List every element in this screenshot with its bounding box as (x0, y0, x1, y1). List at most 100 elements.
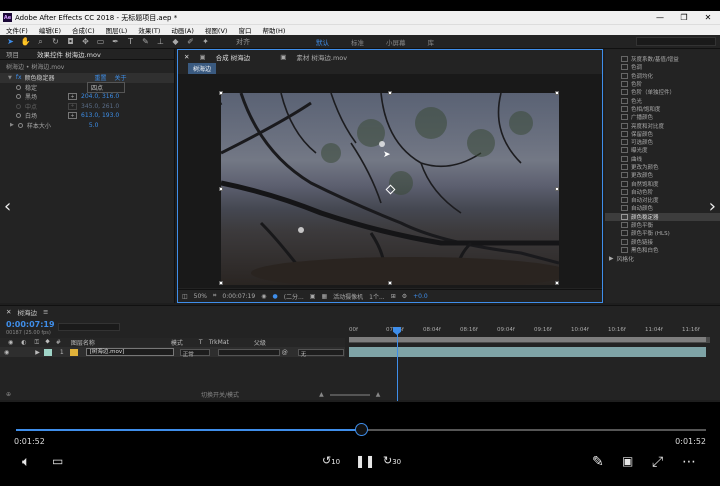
menu-layer[interactable]: 图层(L) (106, 25, 128, 35)
effect-list-item[interactable]: 自动颜色 (605, 204, 720, 212)
effect-list-item[interactable]: 广播颜色 (605, 113, 720, 121)
flowchart-icon[interactable]: ⚙ (402, 293, 407, 300)
pin-tool-icon[interactable]: ✦ (201, 37, 210, 46)
white-point-value[interactable]: 613.0, 193.0 (81, 112, 119, 119)
parent-pickwhip-icon[interactable]: @ (282, 349, 292, 356)
stopwatch-icon[interactable] (16, 94, 21, 100)
views-select[interactable]: 1个... (369, 292, 385, 301)
stopwatch-icon[interactable] (16, 113, 21, 119)
effect-list-item[interactable]: 自动色阶 (605, 188, 720, 196)
lock-icon[interactable]: ▣ (199, 53, 205, 61)
pan-behind-tool-icon[interactable]: ✥ (81, 37, 90, 46)
effect-list-item[interactable]: 色阶 (605, 80, 720, 88)
tab-composition[interactable]: 合成 树海边 (216, 52, 251, 62)
menu-composition[interactable]: 合成(C) (72, 25, 95, 35)
type-tool-icon[interactable]: T (126, 37, 135, 46)
toggle-switches-icon[interactable]: ⊕ (6, 391, 11, 398)
seek-bar[interactable] (16, 423, 706, 436)
camera-tool-icon[interactable]: ◘ (66, 37, 75, 46)
blend-mode-select[interactable]: 正常 (179, 348, 210, 358)
mini-view-icon[interactable]: ▣ (622, 454, 633, 468)
resolution-select[interactable]: (二分... (284, 292, 304, 301)
more-options-icon[interactable]: ⋯ (682, 454, 696, 470)
pause-button[interactable]: ❚❚ (355, 454, 375, 468)
stopwatch-icon[interactable] (16, 84, 21, 90)
workspace-default[interactable]: 默认 (316, 37, 329, 47)
transform-handle[interactable] (388, 91, 392, 95)
roto-tool-icon[interactable]: ✐ (186, 37, 195, 46)
collapse-triangle-icon[interactable]: ▼ (8, 75, 12, 81)
stopwatch-icon[interactable] (17, 122, 23, 128)
transform-handle[interactable] (219, 187, 223, 191)
selection-tool-icon[interactable]: ➤ (6, 37, 15, 46)
menu-effect[interactable]: 效果(T) (138, 25, 160, 35)
point-crosshair-icon[interactable]: + (68, 112, 77, 120)
comp-timecode[interactable]: 0:00:07:19 (222, 293, 255, 300)
black-point-value[interactable]: 204.0, 316.0 (81, 93, 119, 100)
close-button[interactable]: ✕ (696, 13, 720, 22)
edit-pen-icon[interactable]: ✎ (592, 454, 604, 470)
zoom-select[interactable]: 50% (194, 293, 207, 300)
eraser-tool-icon[interactable]: ◆ (171, 37, 180, 46)
grid-icon[interactable]: ⊞ (391, 293, 396, 300)
menu-edit[interactable]: 编辑(E) (39, 25, 61, 35)
transform-handle[interactable] (219, 91, 223, 95)
camera-select[interactable]: 活动摄像机 (333, 292, 363, 301)
sample-size-value[interactable]: 5.0 (89, 122, 99, 129)
forward-button[interactable]: ↻30 (383, 454, 401, 467)
transparency-grid-icon[interactable]: ▦ (321, 293, 327, 300)
layer-row[interactable]: ◉ ▶ 1 [树海边.mov] 正常 @ 无 (0, 347, 345, 358)
menu-animation[interactable]: 动画(A) (171, 25, 194, 35)
comp-viewer[interactable]: ➤ (178, 74, 602, 288)
panel-menu-icon[interactable]: ≡ (43, 308, 48, 316)
effect-list-item[interactable]: 颜色稳定器 (605, 212, 720, 221)
seek-bar-knob[interactable] (355, 423, 368, 436)
exposure-value[interactable]: +0.0 (413, 293, 428, 300)
expand-triangle-icon[interactable]: ▶ (10, 122, 14, 128)
layer-duration-bar[interactable] (349, 347, 706, 357)
zoom-in-icon[interactable]: ▲ (376, 391, 381, 398)
menu-file[interactable]: 文件(F) (6, 25, 28, 35)
mid-point-marker[interactable] (379, 141, 385, 147)
effect-list-item[interactable]: 灰度系数/基值/增益 (605, 55, 720, 63)
rectangle-tool-icon[interactable]: ▭ (96, 37, 105, 46)
footage-frame[interactable]: ➤ (219, 91, 559, 285)
effect-list-item[interactable]: 自然饱和度 (605, 179, 720, 188)
effect-list-item[interactable]: 色调 (605, 63, 720, 71)
snapshot-icon[interactable]: ◉ (261, 293, 266, 300)
fullscreen-icon[interactable]: ⤢ (652, 454, 663, 470)
search-help-input[interactable] (636, 37, 716, 46)
prev-arrow-icon[interactable]: ‹ (4, 196, 11, 217)
parent-select[interactable]: 无 (297, 348, 344, 358)
zoom-out-icon[interactable]: ▲ (319, 391, 324, 398)
align-label[interactable]: 对齐 (236, 37, 250, 47)
zoom-tool-icon[interactable]: ⌕ (36, 37, 45, 46)
subtitles-icon[interactable]: ▭ (52, 454, 63, 468)
black-point-marker[interactable] (298, 227, 304, 233)
footage-lock-icon[interactable]: ▣ (280, 53, 286, 61)
transform-handle[interactable] (555, 187, 559, 191)
effect-list-item[interactable]: 保留颜色 (605, 130, 720, 138)
transform-handle[interactable] (388, 281, 392, 285)
work-area-bar[interactable] (349, 337, 710, 343)
comp-chip[interactable]: 树海边 (188, 63, 217, 74)
workspace-standard[interactable]: 标准 (351, 37, 364, 47)
menu-view[interactable]: 视图(V) (205, 25, 228, 35)
trkmat-select[interactable] (217, 348, 280, 356)
effect-list-item[interactable]: 亮度和对比度 (605, 121, 720, 130)
tab-footage[interactable]: 素材 树海边.mov (296, 52, 347, 62)
zoom-slider[interactable] (329, 393, 370, 396)
transform-handle[interactable] (555, 91, 559, 95)
visibility-toggle-icon[interactable]: ◉ (4, 349, 9, 356)
menu-help[interactable]: 帮助(H) (262, 25, 285, 35)
effect-list-item[interactable]: 曝光度 (605, 146, 720, 154)
rewind-button[interactable]: ↺10 (322, 454, 340, 467)
fx-icon[interactable]: fx (16, 74, 22, 81)
pen-tool-icon[interactable]: ✒ (111, 37, 120, 46)
time-ruler[interactable]: 00f07:16f08:04f08:16f09:04f09:16f10:04f1… (349, 325, 710, 337)
rotate-tool-icon[interactable]: ↻ (51, 37, 60, 46)
effect-list-item[interactable]: 色调均化 (605, 72, 720, 80)
toggle-switches-modes[interactable]: 切换开关/模式 (201, 390, 239, 399)
workspace-libraries[interactable]: 库 (428, 37, 435, 47)
effect-list-item[interactable]: 颜色平衡 (605, 221, 720, 229)
